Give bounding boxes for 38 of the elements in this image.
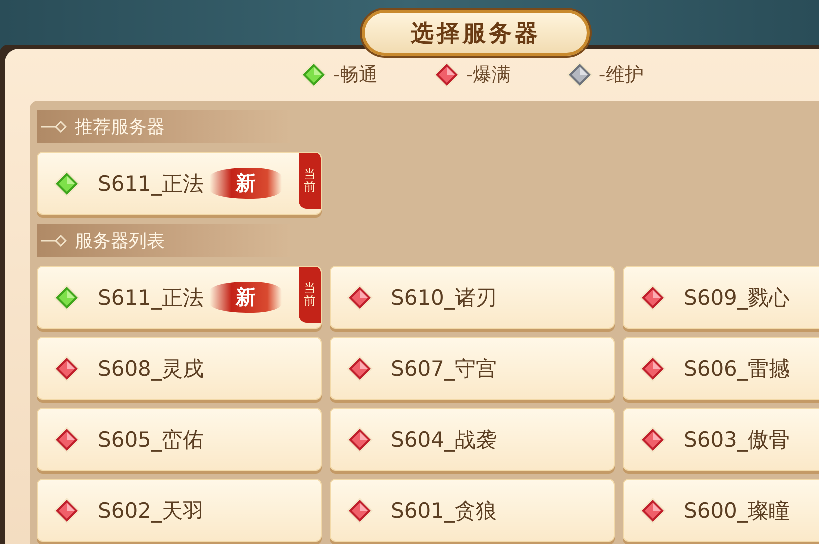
server-name: S608_灵戌 <box>98 356 204 382</box>
current-tag: 当前 <box>299 267 321 323</box>
legend-label: -维护 <box>598 63 644 88</box>
server-card[interactable]: S610_诸刃 <box>330 266 615 329</box>
diamond-line-icon <box>41 120 67 132</box>
section-title: 推荐服务器 <box>75 116 165 138</box>
server-name: S603_傲骨 <box>684 426 790 454</box>
section-title: 服务器列表 <box>75 230 165 252</box>
current-tag: 当前 <box>299 153 321 209</box>
server-card[interactable]: S603_傲骨 <box>623 408 819 471</box>
server-card[interactable]: S609_戮心 <box>623 266 819 329</box>
server-card[interactable]: S601_贪狼 <box>330 479 615 542</box>
dialog-title: 选择服务器 <box>362 10 590 56</box>
server-name: S607_守宫 <box>391 356 497 382</box>
server-name: S606_雷撼 <box>684 356 790 382</box>
new-badge: 新 <box>210 282 282 313</box>
server-card[interactable]: S606_雷撼 <box>623 337 819 400</box>
server-card[interactable]: S611_正法 新 当前 <box>37 266 322 329</box>
server-card[interactable]: S607_守宫 <box>330 337 615 400</box>
diamond-line-icon <box>41 234 67 246</box>
server-name: S600_璨瞳 <box>684 498 790 524</box>
new-badge: 新 <box>210 168 282 199</box>
server-card[interactable]: S602_天羽 <box>37 479 322 542</box>
server-name: S611_正法 <box>98 284 204 312</box>
legend-label: -畅通 <box>333 63 378 88</box>
server-name: S611_正法 <box>98 170 204 198</box>
server-card[interactable]: S604_战袭 <box>330 408 615 471</box>
server-name: S605_峦佑 <box>98 426 204 454</box>
server-name: S610_诸刃 <box>391 284 497 312</box>
server-name: S601_贪狼 <box>391 498 497 524</box>
server-name: S609_戮心 <box>684 284 790 312</box>
server-card[interactable]: S605_峦佑 <box>37 408 322 471</box>
server-card[interactable]: S600_璨瞳 <box>623 479 819 542</box>
server-card[interactable]: S611_正法 新 当前 <box>37 152 322 215</box>
legend-label: -爆满 <box>466 63 511 88</box>
server-card[interactable]: S608_灵戌 <box>37 337 322 400</box>
server-name: S602_天羽 <box>98 498 204 524</box>
server-name: S604_战袭 <box>391 426 497 454</box>
